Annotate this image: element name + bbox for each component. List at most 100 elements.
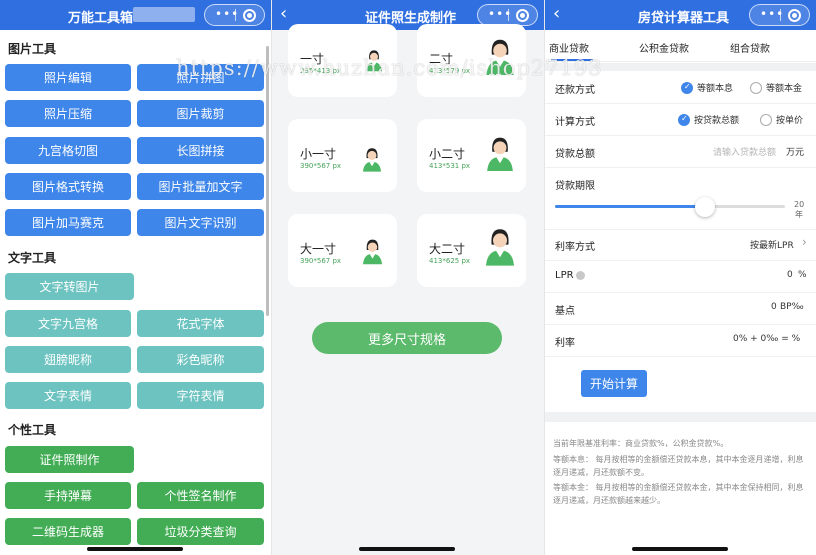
loan-term-unit: 年 (795, 210, 803, 219)
size-pixels: 413*625 px (429, 257, 471, 265)
repay-method-label: 还款方式 (555, 85, 595, 96)
size-card[interactable]: 小二寸 413*531 px (417, 119, 526, 192)
size-pixels: 390*567 px (300, 162, 342, 170)
radio-checked-icon (681, 81, 693, 94)
tool-button[interactable]: 字符表情 (137, 382, 264, 409)
tool-button[interactable]: 证件照制作 (5, 446, 134, 473)
miniapp-capsule[interactable]: ••• (749, 4, 810, 26)
rate-method-label: 利率方式 (555, 242, 595, 253)
back-icon[interactable]: ‹ (280, 2, 287, 26)
watermark-text: https://www.huzhan.com/ishop27193 (176, 56, 603, 80)
loan-term-row: 贷款期限 (545, 168, 816, 230)
size-pixels: 390*567 px (300, 257, 342, 265)
bp-input[interactable]: 0 (771, 302, 777, 312)
loan-total-label: 贷款总额 (555, 149, 595, 160)
lpr-label: LPR (555, 270, 585, 281)
toolbox-screen: 万能工具箱 ••• 图片工具 照片编辑 照片拼图 照片压缩 图片裁剪 九宫格切图… (0, 0, 271, 555)
loan-total-input[interactable]: 请输入贷款总额 (713, 145, 776, 158)
screenshot-root: 万能工具箱 ••• 图片工具 照片编辑 照片拼图 照片压缩 图片裁剪 九宫格切图… (0, 0, 816, 555)
close-icon[interactable] (243, 9, 256, 22)
tool-button[interactable]: 个性签名制作 (137, 482, 264, 509)
tool-button[interactable]: 照片编辑 (5, 64, 131, 91)
id-photo-screen: ‹ 证件照生成制作 ••• 一寸 295*413 px 二寸 413*579 p… (272, 0, 544, 555)
size-card[interactable]: 大一寸 390*567 px (288, 214, 397, 287)
capsule-divider (235, 9, 236, 21)
toolbox-navbar: 万能工具箱 ••• (0, 0, 271, 30)
redacted-text (133, 7, 195, 22)
rate-value: 0% + 0‰ = % (733, 334, 801, 344)
size-card[interactable]: 大二寸 413*625 px (417, 214, 526, 287)
lpr-unit: % (798, 270, 807, 280)
size-name: 小一寸 (300, 147, 337, 161)
tab-provident[interactable]: 公积金贷款 (639, 40, 689, 55)
tool-button[interactable]: 图片批量加文字 (137, 173, 264, 200)
back-icon[interactable]: ‹ (553, 2, 560, 26)
tool-button[interactable]: 文字九宫格 (5, 310, 131, 337)
radio-by-unit-price[interactable]: 按单价 (760, 113, 803, 126)
miniapp-capsule[interactable]: ••• (477, 4, 538, 26)
radio-equal-installment[interactable]: 等额本息 (681, 81, 733, 94)
calc-method-label: 计算方式 (555, 117, 595, 128)
size-pixels: 413*531 px (429, 162, 471, 170)
portrait-icon (486, 229, 514, 266)
rate-method-value: 按最新LPR (750, 241, 794, 251)
radio-equal-principal[interactable]: 等额本金 (750, 81, 802, 94)
bp-label: 基点 (555, 306, 575, 317)
slider-handle[interactable] (694, 197, 715, 217)
tool-button[interactable]: 图片加马赛克 (5, 209, 131, 236)
loan-term-label: 贷款期限 (555, 181, 595, 192)
rate-label: 利率 (555, 338, 575, 349)
tool-button[interactable]: 文字转图片 (5, 273, 134, 300)
radio-by-total[interactable]: 按贷款总额 (678, 113, 739, 126)
equal-principal-note: 等额本金： 每月按相等的金额偿还贷款本金，其中本金保持相同，利息逐月递减，月还款… (553, 483, 804, 505)
radio-unchecked-icon (760, 113, 772, 126)
tool-button[interactable]: 垃圾分类查询 (137, 518, 264, 545)
loan-term-slider[interactable] (555, 205, 785, 208)
more-sizes-button[interactable]: 更多尺寸规格 (312, 322, 502, 354)
capsule-divider (508, 9, 509, 21)
start-calc-button[interactable]: 开始计算 (581, 370, 647, 397)
lpr-label-text: LPR (555, 270, 574, 281)
page-title: 万能工具箱 (68, 11, 134, 26)
tool-button[interactable]: 文字表情 (5, 382, 131, 409)
tool-button[interactable]: 图片格式转换 (5, 173, 131, 200)
tab-combined[interactable]: 组合贷款 (730, 40, 770, 55)
mortgage-navbar: ‹ 房贷计算器工具 ••• (545, 0, 816, 30)
radio-label: 按单价 (776, 116, 804, 126)
page-title: 房贷计算器工具 (638, 11, 730, 26)
portrait-icon (487, 137, 513, 171)
rate-note: 当前年限基准利率：商业贷款%，公积金贷款%。 (553, 439, 729, 448)
loan-total-row: 贷款总额 请输入贷款总额 万元 (545, 136, 816, 168)
radio-label: 等额本息 (697, 84, 734, 94)
close-icon[interactable] (788, 9, 801, 22)
miniapp-capsule[interactable]: ••• (204, 4, 265, 26)
home-indicator (87, 547, 183, 551)
close-icon[interactable] (516, 9, 529, 22)
lpr-input[interactable]: 0 (787, 270, 793, 280)
slider-fill (555, 205, 705, 208)
rate-method-row[interactable]: 利率方式 按最新LPR › (545, 229, 816, 261)
scrollbar[interactable] (266, 46, 269, 316)
size-card[interactable]: 小一寸 390*567 px (288, 119, 397, 192)
tool-button[interactable]: 花式字体 (137, 310, 264, 337)
tool-button[interactable]: 图片文字识别 (137, 209, 264, 236)
info-icon[interactable] (575, 270, 585, 280)
tool-button[interactable]: 照片压缩 (5, 100, 131, 127)
section-title-image: 图片工具 (8, 42, 57, 56)
portrait-icon (363, 148, 381, 172)
radio-checked-icon (678, 113, 690, 126)
tool-button[interactable]: 彩色昵称 (137, 346, 264, 373)
tool-button[interactable]: 手持弹幕 (5, 482, 131, 509)
tool-button[interactable]: 长图拼接 (137, 137, 264, 164)
tool-button[interactable]: 二维码生成器 (5, 518, 131, 545)
size-name: 大二寸 (429, 242, 466, 256)
home-indicator (632, 547, 728, 551)
tool-button[interactable]: 九宫格切图 (5, 137, 131, 164)
tool-button[interactable]: 图片裁剪 (137, 100, 264, 127)
tab-commercial[interactable]: 商业贷款 (549, 40, 589, 55)
portrait-icon (363, 239, 382, 265)
mortgage-screen: ‹ 房贷计算器工具 ••• 商业贷款 公积金贷款 组合贷款 还款方式 等额本息 … (545, 0, 816, 555)
loan-term-value: 20 (794, 200, 805, 209)
tool-button[interactable]: 翅膀昵称 (5, 346, 131, 373)
radio-unchecked-icon (750, 81, 762, 94)
